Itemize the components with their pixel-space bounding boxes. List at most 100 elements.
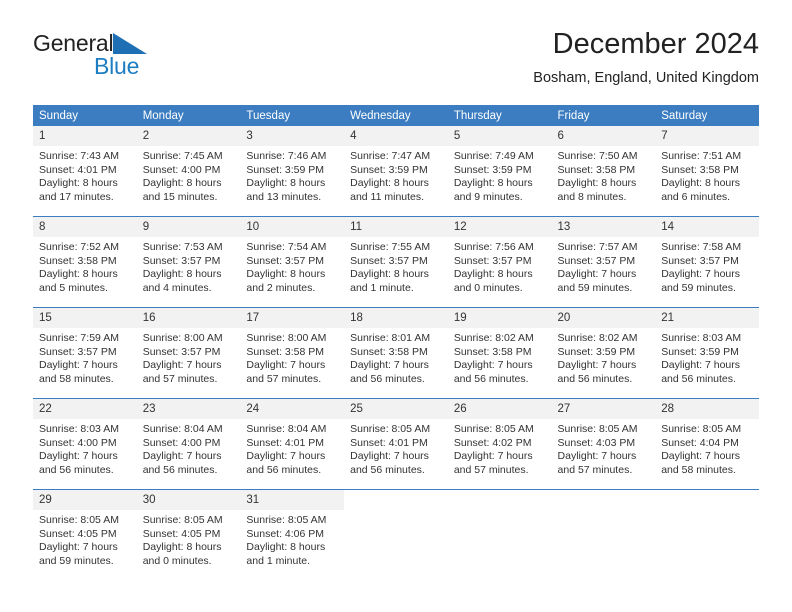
sunset-text: Sunset: 3:57 PM bbox=[661, 254, 739, 267]
daylight-text-line2: and 58 minutes. bbox=[661, 463, 736, 476]
daylight-text-line1: Daylight: 8 hours bbox=[142, 268, 222, 281]
day-cell[interactable]: 22 Sunrise: 8:03 AM Sunset: 4:00 PM Dayl… bbox=[33, 398, 137, 490]
day-cell[interactable]: 31 Sunrise: 8:05 AM Sunset: 4:06 PM Dayl… bbox=[240, 489, 345, 580]
day-details: Sunrise: 7:47 AM Sunset: 3:59 PM Dayligh… bbox=[344, 146, 448, 204]
day-cell-empty bbox=[344, 489, 448, 580]
day-cell[interactable]: 6 Sunrise: 7:50 AM Sunset: 3:58 PM Dayli… bbox=[551, 126, 656, 217]
sunset-text: Sunset: 3:57 PM bbox=[39, 345, 117, 358]
daylight-text-line1: Daylight: 7 hours bbox=[39, 359, 118, 372]
day-cell[interactable]: 18 Sunrise: 8:01 AM Sunset: 3:58 PM Dayl… bbox=[344, 307, 448, 399]
day-cell[interactable]: 27 Sunrise: 8:05 AM Sunset: 4:03 PM Dayl… bbox=[551, 398, 656, 490]
daylight-text-line2: and 13 minutes. bbox=[246, 190, 322, 203]
day-details: Sunrise: 7:57 AM Sunset: 3:57 PM Dayligh… bbox=[552, 237, 656, 295]
day-cell[interactable]: 2 Sunrise: 7:45 AM Sunset: 4:00 PM Dayli… bbox=[136, 126, 241, 217]
daylight-text-line2: and 56 minutes. bbox=[661, 372, 736, 385]
day-cell[interactable]: 3 Sunrise: 7:46 AM Sunset: 3:59 PM Dayli… bbox=[240, 126, 345, 217]
calendar-body: 1 Sunrise: 7:43 AM Sunset: 4:01 PM Dayli… bbox=[33, 126, 759, 580]
day-number: 19 bbox=[447, 308, 552, 328]
day-details: Sunrise: 8:02 AM Sunset: 3:59 PM Dayligh… bbox=[552, 328, 656, 386]
sunrise-text: Sunrise: 8:01 AM bbox=[350, 332, 431, 344]
daylight-text-line1: Daylight: 8 hours bbox=[39, 177, 118, 190]
sunset-text: Sunset: 4:03 PM bbox=[557, 436, 636, 449]
day-cell[interactable]: 10 Sunrise: 7:54 AM Sunset: 3:57 PM Dayl… bbox=[240, 216, 345, 308]
sunrise-text: Sunrise: 8:05 AM bbox=[350, 423, 431, 435]
day-number: 27 bbox=[551, 399, 656, 419]
day-details: Sunrise: 7:58 AM Sunset: 3:57 PM Dayligh… bbox=[655, 237, 759, 295]
sunrise-text: Sunrise: 7:47 AM bbox=[350, 150, 431, 162]
day-cell[interactable]: 16 Sunrise: 8:00 AM Sunset: 3:57 PM Dayl… bbox=[136, 307, 241, 399]
day-cell[interactable]: 4 Sunrise: 7:47 AM Sunset: 3:59 PM Dayli… bbox=[344, 126, 448, 217]
day-cell[interactable]: 23 Sunrise: 8:04 AM Sunset: 4:00 PM Dayl… bbox=[136, 398, 241, 490]
day-details: Sunrise: 8:05 AM Sunset: 4:03 PM Dayligh… bbox=[552, 419, 656, 477]
daylight-text-line1: Daylight: 8 hours bbox=[453, 268, 533, 281]
day-number: 5 bbox=[447, 126, 552, 146]
day-cell[interactable]: 25 Sunrise: 8:05 AM Sunset: 4:01 PM Dayl… bbox=[344, 398, 448, 490]
daylight-text-line2: and 8 minutes. bbox=[557, 190, 627, 203]
day-cell[interactable]: 5 Sunrise: 7:49 AM Sunset: 3:59 PM Dayli… bbox=[447, 126, 552, 217]
day-number: 14 bbox=[655, 217, 759, 237]
daylight-text-line1: Daylight: 7 hours bbox=[661, 359, 741, 372]
sunset-text: Sunset: 3:57 PM bbox=[350, 254, 428, 267]
sunset-text: Sunset: 4:00 PM bbox=[142, 436, 221, 449]
day-cell[interactable]: 13 Sunrise: 7:57 AM Sunset: 3:57 PM Dayl… bbox=[551, 216, 656, 308]
daylight-text-line1: Daylight: 8 hours bbox=[350, 268, 429, 281]
day-details: Sunrise: 7:50 AM Sunset: 3:58 PM Dayligh… bbox=[552, 146, 656, 204]
day-cell[interactable]: 20 Sunrise: 8:02 AM Sunset: 3:59 PM Dayl… bbox=[551, 307, 656, 399]
sunrise-text: Sunrise: 7:56 AM bbox=[453, 241, 534, 253]
day-cell[interactable]: 28 Sunrise: 8:05 AM Sunset: 4:04 PM Dayl… bbox=[655, 398, 759, 490]
daylight-text-line2: and 5 minutes. bbox=[39, 281, 108, 294]
day-cell[interactable]: 7 Sunrise: 7:51 AM Sunset: 3:58 PM Dayli… bbox=[655, 126, 759, 217]
sunrise-text: Sunrise: 8:05 AM bbox=[661, 423, 742, 435]
sunrise-text: Sunrise: 8:03 AM bbox=[39, 423, 119, 435]
day-cell[interactable]: 15 Sunrise: 7:59 AM Sunset: 3:57 PM Dayl… bbox=[33, 307, 137, 399]
sunset-text: Sunset: 4:05 PM bbox=[39, 527, 117, 540]
day-cell[interactable]: 8 Sunrise: 7:52 AM Sunset: 3:58 PM Dayli… bbox=[33, 216, 137, 308]
sunrise-text: Sunrise: 7:55 AM bbox=[350, 241, 431, 253]
day-cell-empty bbox=[655, 489, 759, 580]
sunrise-text: Sunrise: 7:50 AM bbox=[557, 150, 638, 162]
sunset-text: Sunset: 3:57 PM bbox=[246, 254, 325, 267]
weekday-header-thursday: Thursday bbox=[447, 105, 552, 126]
day-details: Sunrise: 8:05 AM Sunset: 4:05 PM Dayligh… bbox=[33, 510, 137, 568]
day-number bbox=[447, 490, 552, 510]
day-cell[interactable]: 19 Sunrise: 8:02 AM Sunset: 3:58 PM Dayl… bbox=[447, 307, 552, 399]
day-number: 21 bbox=[655, 308, 759, 328]
day-number: 26 bbox=[447, 399, 552, 419]
daylight-text-line2: and 56 minutes. bbox=[557, 372, 633, 385]
day-cell[interactable]: 21 Sunrise: 8:03 AM Sunset: 3:59 PM Dayl… bbox=[655, 307, 759, 399]
daylight-text-line1: Daylight: 7 hours bbox=[557, 359, 637, 372]
sunrise-text: Sunrise: 7:52 AM bbox=[39, 241, 119, 253]
day-cell[interactable]: 11 Sunrise: 7:55 AM Sunset: 3:57 PM Dayl… bbox=[344, 216, 448, 308]
sunrise-text: Sunrise: 7:45 AM bbox=[142, 150, 223, 162]
daylight-text-line2: and 17 minutes. bbox=[39, 190, 114, 203]
title-block: December 2024 Bosham, England, United Ki… bbox=[533, 26, 759, 87]
daylight-text-line2: and 56 minutes. bbox=[350, 463, 425, 476]
sunset-text: Sunset: 4:02 PM bbox=[453, 436, 532, 449]
sunset-text: Sunset: 3:58 PM bbox=[350, 345, 428, 358]
day-cell[interactable]: 17 Sunrise: 8:00 AM Sunset: 3:58 PM Dayl… bbox=[240, 307, 345, 399]
daylight-text-line2: and 56 minutes. bbox=[39, 463, 114, 476]
daylight-text-line2: and 1 minute. bbox=[246, 554, 311, 567]
day-cell[interactable]: 30 Sunrise: 8:05 AM Sunset: 4:05 PM Dayl… bbox=[136, 489, 241, 580]
day-cell[interactable]: 1 Sunrise: 7:43 AM Sunset: 4:01 PM Dayli… bbox=[33, 126, 137, 217]
day-details: Sunrise: 8:00 AM Sunset: 3:57 PM Dayligh… bbox=[137, 328, 241, 386]
day-number: 29 bbox=[33, 490, 137, 510]
day-cell[interactable]: 29 Sunrise: 8:05 AM Sunset: 4:05 PM Dayl… bbox=[33, 489, 137, 580]
daylight-text-line1: Daylight: 8 hours bbox=[453, 177, 533, 190]
sunrise-text: Sunrise: 8:05 AM bbox=[142, 514, 223, 526]
day-cell[interactable]: 14 Sunrise: 7:58 AM Sunset: 3:57 PM Dayl… bbox=[655, 216, 759, 308]
weekday-header-friday: Friday bbox=[551, 105, 656, 126]
day-details: Sunrise: 8:05 AM Sunset: 4:01 PM Dayligh… bbox=[344, 419, 448, 477]
day-cell[interactable]: 26 Sunrise: 8:05 AM Sunset: 4:02 PM Dayl… bbox=[447, 398, 552, 490]
day-number: 12 bbox=[447, 217, 552, 237]
day-number: 16 bbox=[136, 308, 241, 328]
day-cell[interactable]: 24 Sunrise: 8:04 AM Sunset: 4:01 PM Dayl… bbox=[240, 398, 345, 490]
day-details: Sunrise: 7:59 AM Sunset: 3:57 PM Dayligh… bbox=[33, 328, 137, 386]
daylight-text-line2: and 9 minutes. bbox=[453, 190, 523, 203]
general-blue-logo[interactable]: General Blue bbox=[33, 30, 253, 88]
day-cell[interactable]: 12 Sunrise: 7:56 AM Sunset: 3:57 PM Dayl… bbox=[447, 216, 552, 308]
day-cell[interactable]: 9 Sunrise: 7:53 AM Sunset: 3:57 PM Dayli… bbox=[136, 216, 241, 308]
sunrise-text: Sunrise: 7:58 AM bbox=[661, 241, 742, 253]
sunset-text: Sunset: 3:59 PM bbox=[557, 345, 636, 358]
day-number: 9 bbox=[136, 217, 241, 237]
